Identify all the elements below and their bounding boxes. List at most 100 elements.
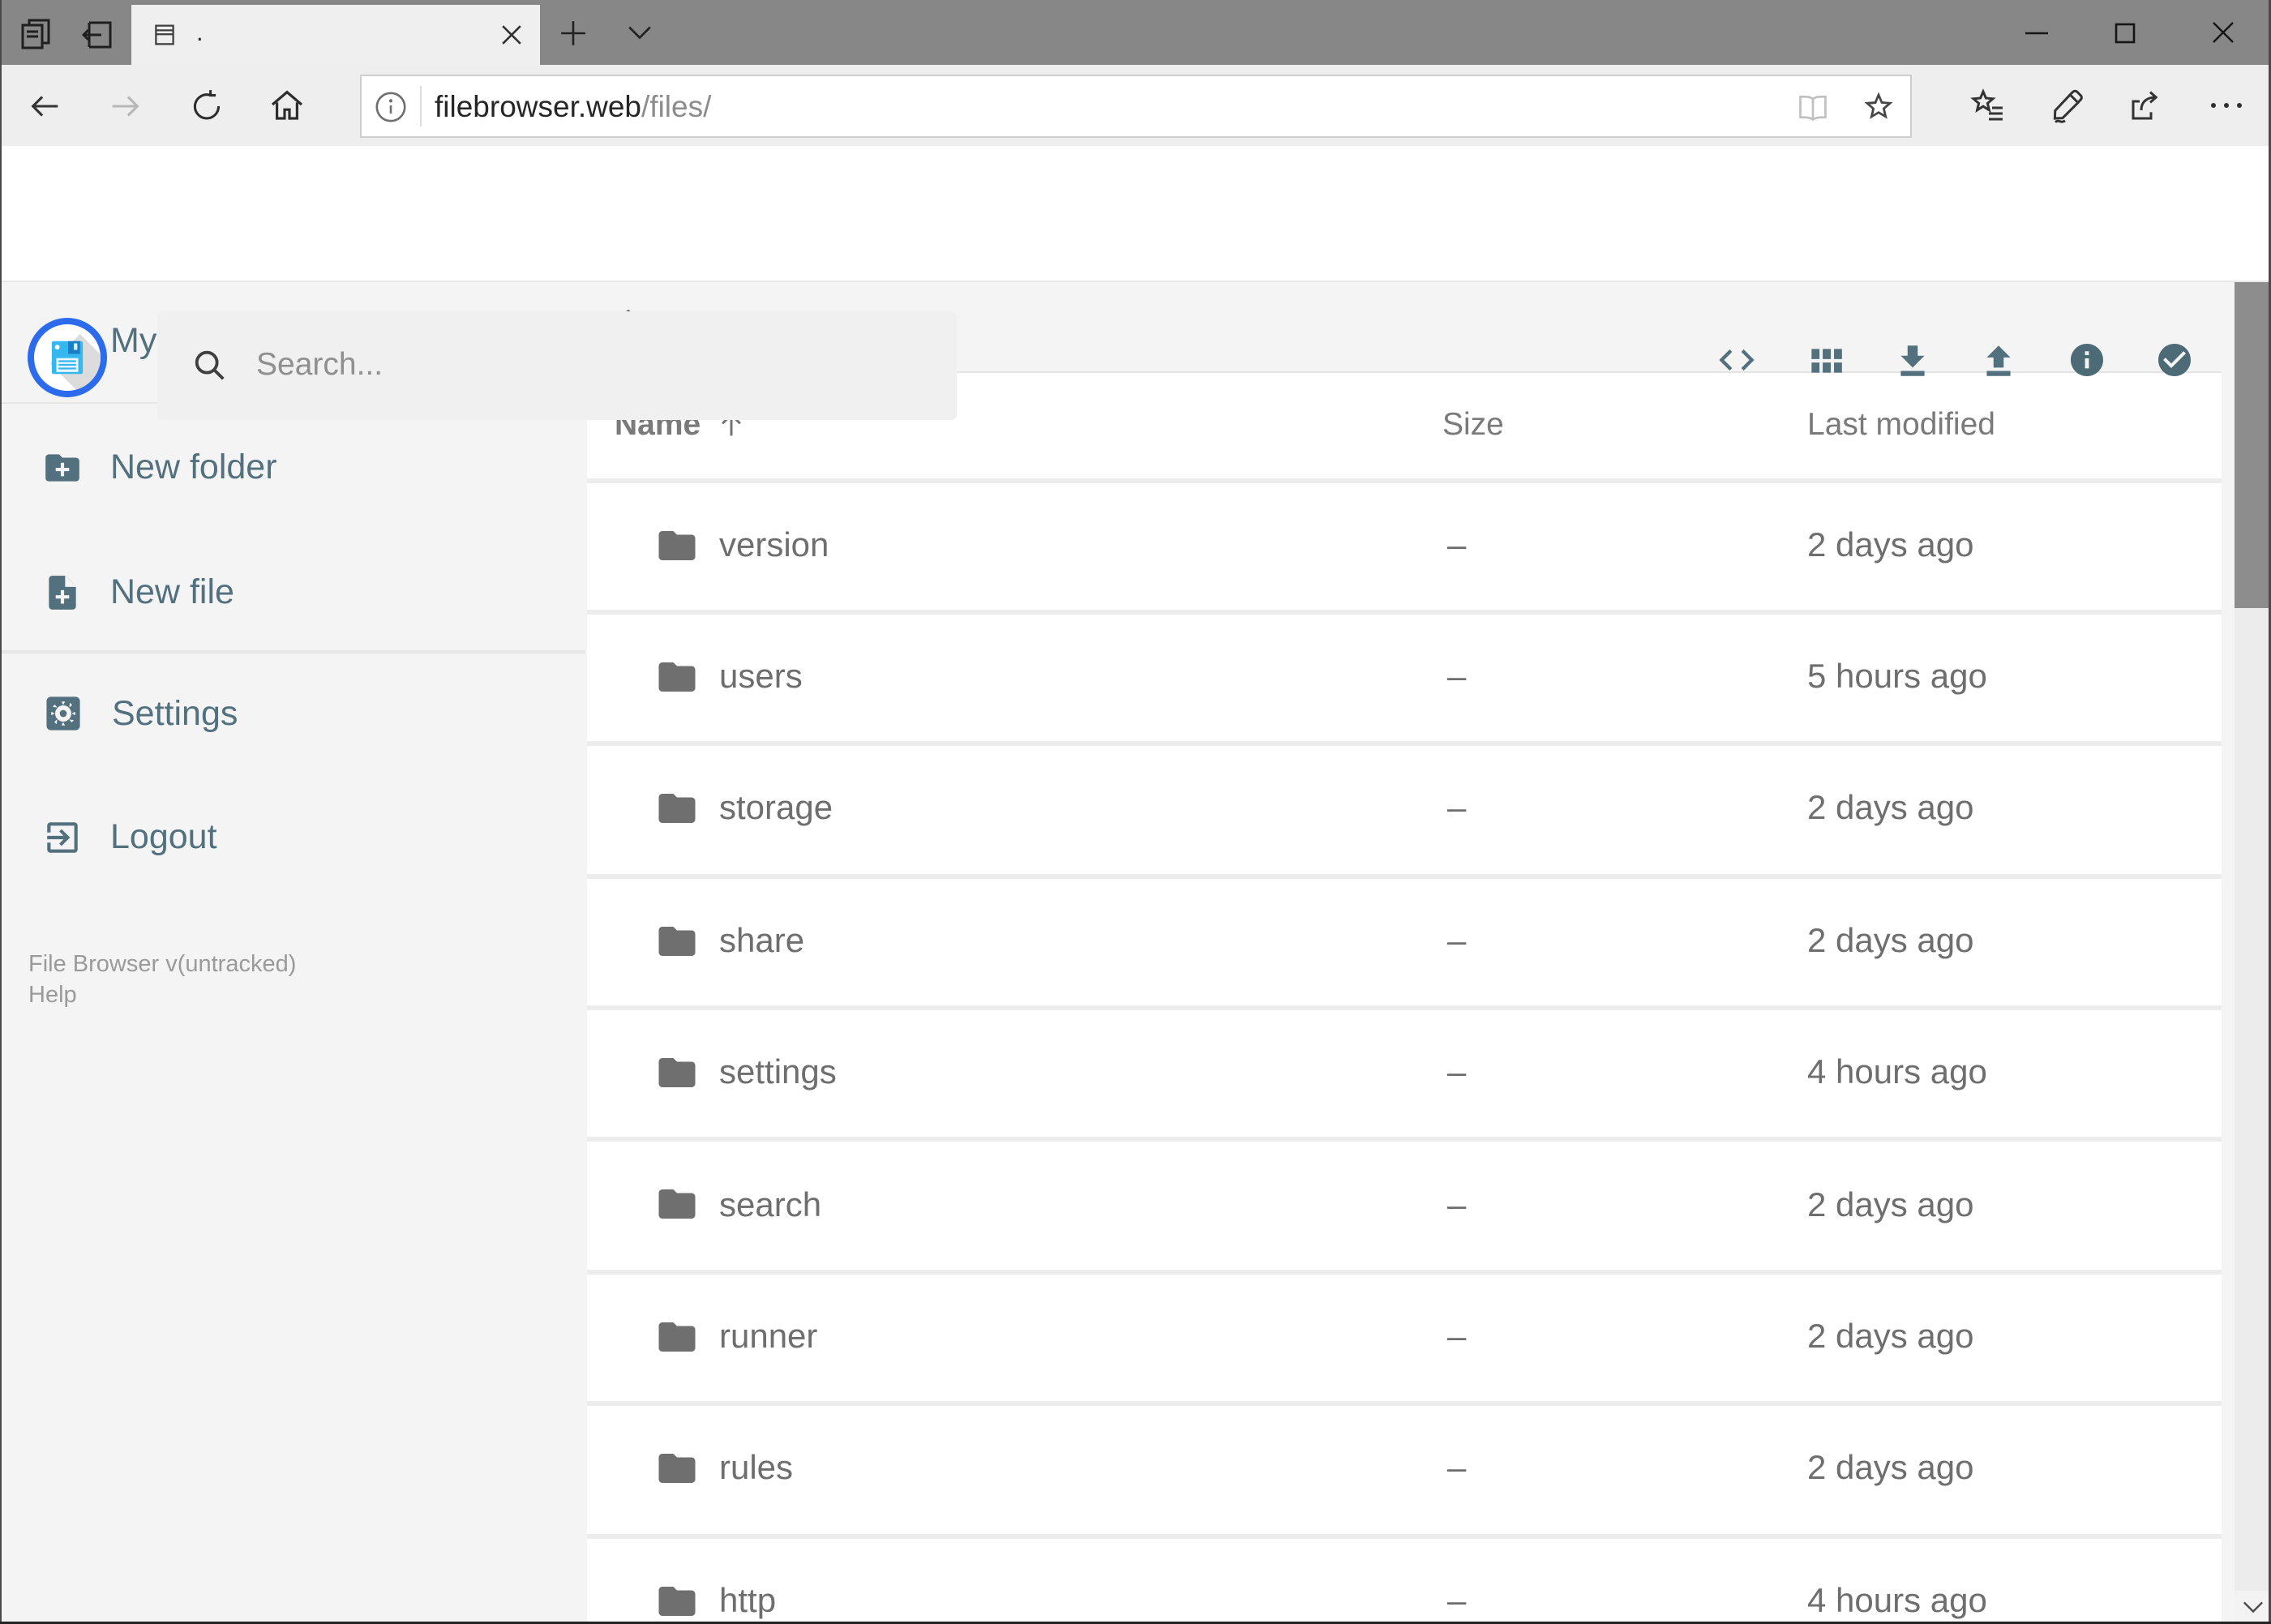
main-content: Name Size Last modified version – 2 days… bbox=[585, 280, 2235, 1624]
restore-tabs-icon[interactable] bbox=[78, 15, 117, 54]
scroll-down-icon[interactable] bbox=[2235, 1590, 2271, 1624]
tab-title: . bbox=[196, 19, 204, 48]
help-link[interactable]: Help bbox=[28, 981, 296, 1013]
address-bar[interactable]: filebrowser.web/files/ bbox=[360, 75, 1912, 138]
sidebar-divider bbox=[0, 650, 585, 653]
new-tab-icon[interactable] bbox=[550, 10, 595, 55]
logout-icon bbox=[47, 821, 78, 852]
minimize-button[interactable] bbox=[1999, 0, 2072, 65]
floppy-disk-logo[interactable] bbox=[27, 318, 106, 397]
site-info-icon[interactable] bbox=[362, 90, 420, 122]
file-name: settings bbox=[719, 1054, 837, 1092]
info-circle-icon[interactable] bbox=[2055, 328, 2119, 392]
tab-close-icon[interactable] bbox=[488, 12, 533, 58]
file-size: – bbox=[1447, 790, 1467, 828]
sidebar: My files New folder New file bbox=[0, 280, 585, 1624]
hub-favorites-icon[interactable] bbox=[1952, 70, 2024, 141]
file-row-share[interactable]: share – 2 days ago bbox=[586, 873, 2222, 1006]
file-row-http[interactable]: http – 4 hours ago bbox=[586, 1533, 2222, 1624]
file-name: http bbox=[719, 1582, 777, 1620]
file-name: version bbox=[719, 526, 829, 564]
grid-view-icon[interactable] bbox=[1793, 328, 1858, 392]
sidebar-item-new-file[interactable]: New file bbox=[0, 556, 585, 628]
file-row-settings[interactable]: settings – 4 hours ago bbox=[586, 1005, 2222, 1138]
app-header bbox=[0, 146, 2271, 419]
file-row-users[interactable]: users – 5 hours ago bbox=[586, 609, 2222, 742]
folder-icon bbox=[658, 530, 695, 559]
close-button[interactable] bbox=[2186, 0, 2259, 65]
file-row-runner[interactable]: runner – 2 days ago bbox=[586, 1269, 2222, 1402]
file-name: runner bbox=[719, 1318, 818, 1356]
tab-list-chevron-icon[interactable] bbox=[618, 13, 660, 52]
file-size: – bbox=[1447, 526, 1467, 564]
browser-window: . filebrowser.web/files/ Search... My Ne… bbox=[0, 0, 2271, 1624]
browser-tab[interactable]: . bbox=[131, 4, 540, 65]
page-scrollbar[interactable] bbox=[2235, 146, 2271, 1624]
sidebar-item-label: Logout bbox=[110, 816, 217, 855]
file-row-version[interactable]: version – 2 days ago bbox=[586, 478, 2222, 610]
maximize-button[interactable] bbox=[2089, 0, 2162, 65]
home-icon-browser[interactable] bbox=[253, 70, 321, 141]
web-note-pen-icon[interactable] bbox=[2032, 70, 2103, 141]
url-domain: filebrowser.web bbox=[435, 88, 642, 122]
file-row-storage[interactable]: storage – 2 days ago bbox=[586, 741, 2222, 874]
window-border-bottom bbox=[0, 1621, 2271, 1624]
file-modified: 4 hours ago bbox=[1807, 1054, 1987, 1092]
file-modified: 2 days ago bbox=[1807, 1186, 1974, 1224]
url-path: /files/ bbox=[641, 88, 712, 122]
favorite-star-icon[interactable] bbox=[1845, 77, 1910, 135]
sidebar-item-new-folder[interactable]: New folder bbox=[0, 431, 585, 503]
file-size: – bbox=[1447, 1582, 1467, 1620]
folder-icon bbox=[658, 1058, 695, 1088]
file-size: – bbox=[1447, 922, 1467, 960]
window-border-left bbox=[0, 0, 2, 1624]
file-name: share bbox=[719, 922, 805, 960]
reading-view-icon[interactable] bbox=[1780, 77, 1845, 135]
file-modified: 2 days ago bbox=[1807, 922, 1974, 960]
set-tabs-aside-icon[interactable] bbox=[16, 15, 55, 54]
check-circle-icon[interactable] bbox=[2142, 328, 2207, 392]
code-icon[interactable] bbox=[1704, 328, 1769, 392]
folder-icon bbox=[658, 1586, 695, 1616]
file-row-rules[interactable]: rules – 2 days ago bbox=[586, 1401, 2222, 1534]
folder-icon bbox=[658, 662, 695, 692]
file-modified: 2 days ago bbox=[1807, 790, 1974, 828]
file-name: rules bbox=[719, 1450, 794, 1488]
titlebar: . bbox=[0, 0, 2271, 65]
file-size: – bbox=[1447, 658, 1467, 696]
sidebar-item-logout[interactable]: Logout bbox=[0, 801, 585, 872]
refresh-icon[interactable] bbox=[172, 70, 240, 141]
more-ellipsis-icon[interactable] bbox=[2191, 70, 2262, 141]
listing-rows: version – 2 days ago users – 5 hours ago… bbox=[586, 478, 2222, 1624]
search-input[interactable] bbox=[253, 345, 908, 385]
share-icon[interactable] bbox=[2110, 70, 2181, 141]
sidebar-item-label: New file bbox=[110, 572, 234, 611]
file-row-search[interactable]: search – 2 days ago bbox=[586, 1137, 2222, 1270]
folder-icon bbox=[658, 1322, 695, 1352]
upload-icon[interactable] bbox=[1966, 328, 2031, 392]
sidebar-item-settings[interactable]: Settings bbox=[0, 678, 585, 749]
folder-icon bbox=[658, 926, 695, 956]
sidebar-item-label: New folder bbox=[110, 447, 277, 486]
sidebar-item-label: Settings bbox=[112, 693, 238, 732]
folder-plus-icon bbox=[45, 453, 79, 481]
back-arrow-icon[interactable] bbox=[10, 70, 78, 141]
url-text[interactable]: filebrowser.web/files/ bbox=[435, 88, 1780, 124]
file-modified: 2 days ago bbox=[1807, 526, 1974, 564]
search-bar[interactable] bbox=[157, 311, 957, 419]
search-icon bbox=[195, 349, 225, 379]
sidebar-footer: File Browser v(untracked) Help bbox=[28, 949, 296, 1013]
file-name: search bbox=[719, 1186, 822, 1224]
app-version-text: File Browser v(untracked) bbox=[28, 951, 297, 977]
file-name: storage bbox=[719, 790, 833, 828]
file-name: users bbox=[719, 658, 803, 696]
file-size: – bbox=[1447, 1450, 1467, 1488]
file-size: – bbox=[1447, 1318, 1467, 1356]
download-icon[interactable] bbox=[1879, 328, 1944, 392]
column-header-size[interactable]: Size bbox=[1442, 373, 1504, 478]
file-size: – bbox=[1447, 1186, 1467, 1224]
file-modified: 5 hours ago bbox=[1807, 658, 1987, 696]
settings-gear-icon bbox=[46, 696, 80, 731]
forward-arrow-icon[interactable] bbox=[91, 70, 159, 141]
folder-icon bbox=[658, 1189, 695, 1219]
